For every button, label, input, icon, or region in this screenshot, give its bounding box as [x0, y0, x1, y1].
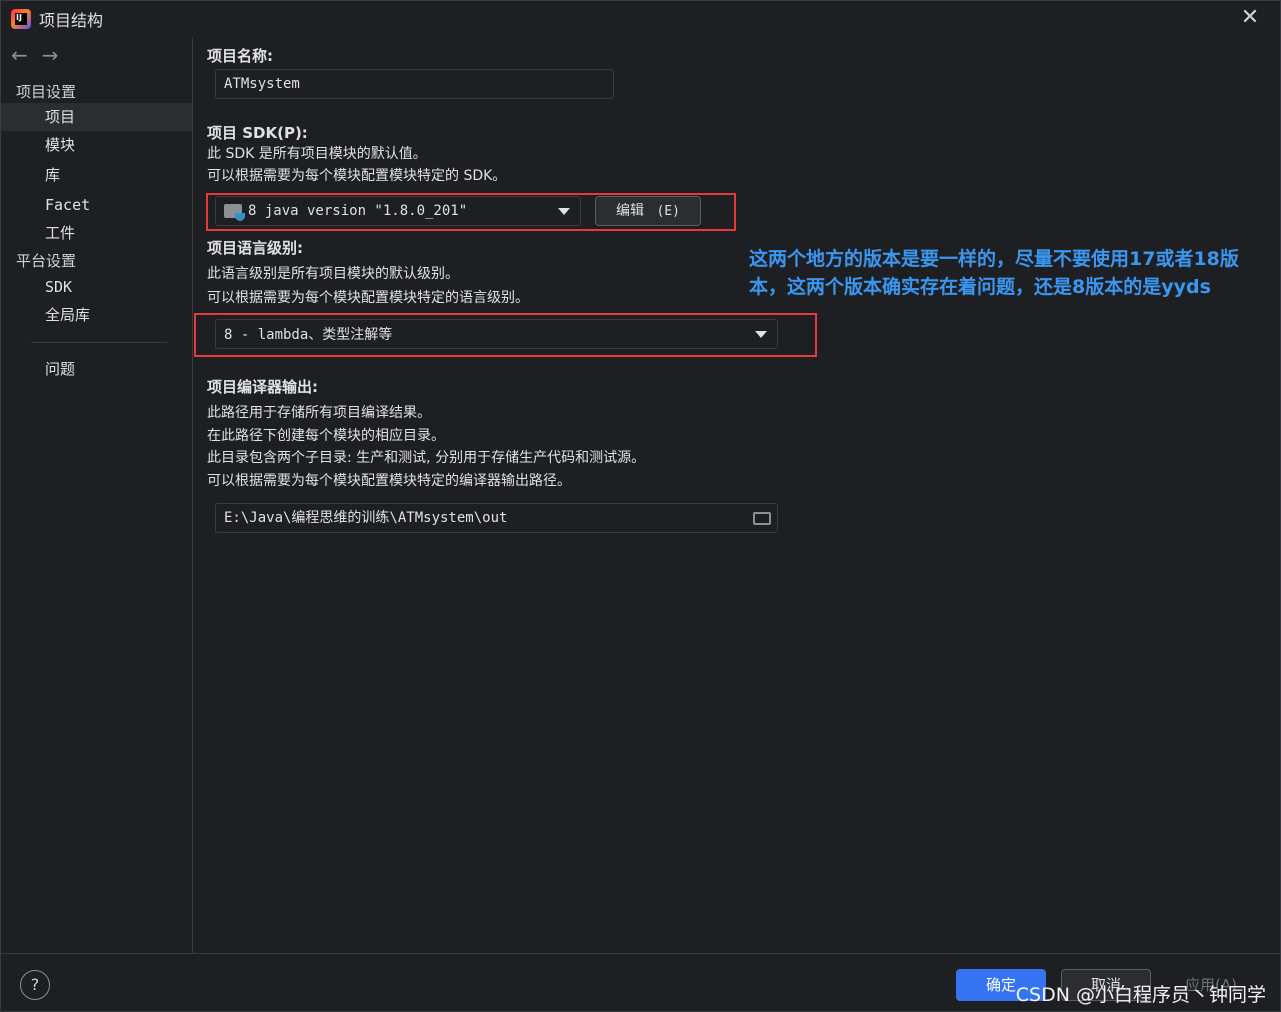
project-settings-panel: 项目名称: ATMsystem 项目 SDK(P): 此 SDK 是所有项目模块… [193, 37, 1281, 953]
sdk-highlight-box [206, 193, 736, 231]
language-highlight-box [194, 313, 817, 357]
sidebar-item-artifacts[interactable]: 工件 [1, 219, 192, 247]
output-description-1: 此路径用于存储所有项目编译结果。 [207, 405, 431, 421]
sidebar-item-sdks[interactable]: SDK [1, 273, 192, 301]
browse-folder-icon[interactable] [753, 512, 771, 525]
window-title: 项目结构 [39, 11, 104, 30]
output-description-2: 在此路径下创建每个模块的相应目录。 [207, 428, 445, 444]
back-arrow-icon[interactable]: ← [11, 43, 28, 67]
sdk-description-2: 可以根据需要为每个模块配置模块特定的 SDK。 [207, 168, 507, 184]
dialog-footer: ? 确定 取消 应用(A) CSDN @小白程序员丶钟同学 [1, 953, 1280, 1012]
output-description-3: 此目录包含两个子目录: 生产和测试, 分别用于存储生产代码和测试源。 [207, 450, 646, 466]
forward-arrow-icon[interactable]: → [42, 43, 59, 67]
language-description-2: 可以根据需要为每个模块配置模块特定的语言级别。 [207, 290, 529, 306]
project-structure-dialog: IJ 项目结构 ✕ ← → 项目设置 项目 模块 库 Facet 工件 平台设置… [0, 0, 1281, 1012]
sidebar: ← → 项目设置 项目 模块 库 Facet 工件 平台设置 SDK 全局库 问… [1, 37, 193, 953]
sidebar-item-problems[interactable]: 问题 [1, 355, 192, 383]
compiler-output-label: 项目编译器输出: [207, 378, 318, 396]
close-button[interactable]: ✕ [1238, 7, 1262, 31]
project-sdk-label: 项目 SDK(P): [207, 124, 308, 142]
help-button[interactable]: ? [20, 970, 50, 1000]
intellij-logo-icon: IJ [11, 9, 31, 29]
compiler-output-input[interactable]: E:\Java\编程思维的训练\ATMsystem\out [215, 503, 778, 533]
annotation-note: 这两个地方的版本是要一样的，尽量不要使用17或者18版本，这两个版本确实存在着问… [749, 248, 1239, 298]
csdn-watermark: CSDN @小白程序员丶钟同学 [1015, 984, 1266, 1006]
sidebar-item-facets[interactable]: Facet [1, 191, 192, 219]
sidebar-divider [31, 342, 167, 343]
project-name-input[interactable]: ATMsystem [215, 69, 614, 99]
sidebar-item-project[interactable]: 项目 [1, 103, 192, 131]
sdk-description-1: 此 SDK 是所有项目模块的默认值。 [207, 146, 427, 162]
title-bar: IJ 项目结构 ✕ [1, 1, 1280, 37]
nav-arrows: ← → [11, 43, 59, 67]
compiler-output-value: E:\Java\编程思维的训练\ATMsystem\out [224, 510, 508, 526]
sidebar-item-libraries[interactable]: 库 [1, 161, 192, 189]
project-name-label: 项目名称: [207, 47, 273, 65]
sidebar-item-global-libraries[interactable]: 全局库 [1, 301, 192, 329]
platform-settings-heading: 平台设置 [16, 252, 77, 270]
language-description-1: 此语言级别是所有项目模块的默认级别。 [207, 266, 459, 282]
language-level-label: 项目语言级别: [207, 239, 303, 257]
project-settings-heading: 项目设置 [16, 83, 77, 101]
output-description-4: 可以根据需要为每个模块配置模块特定的编译器输出路径。 [207, 473, 571, 489]
sidebar-item-modules[interactable]: 模块 [1, 131, 192, 159]
